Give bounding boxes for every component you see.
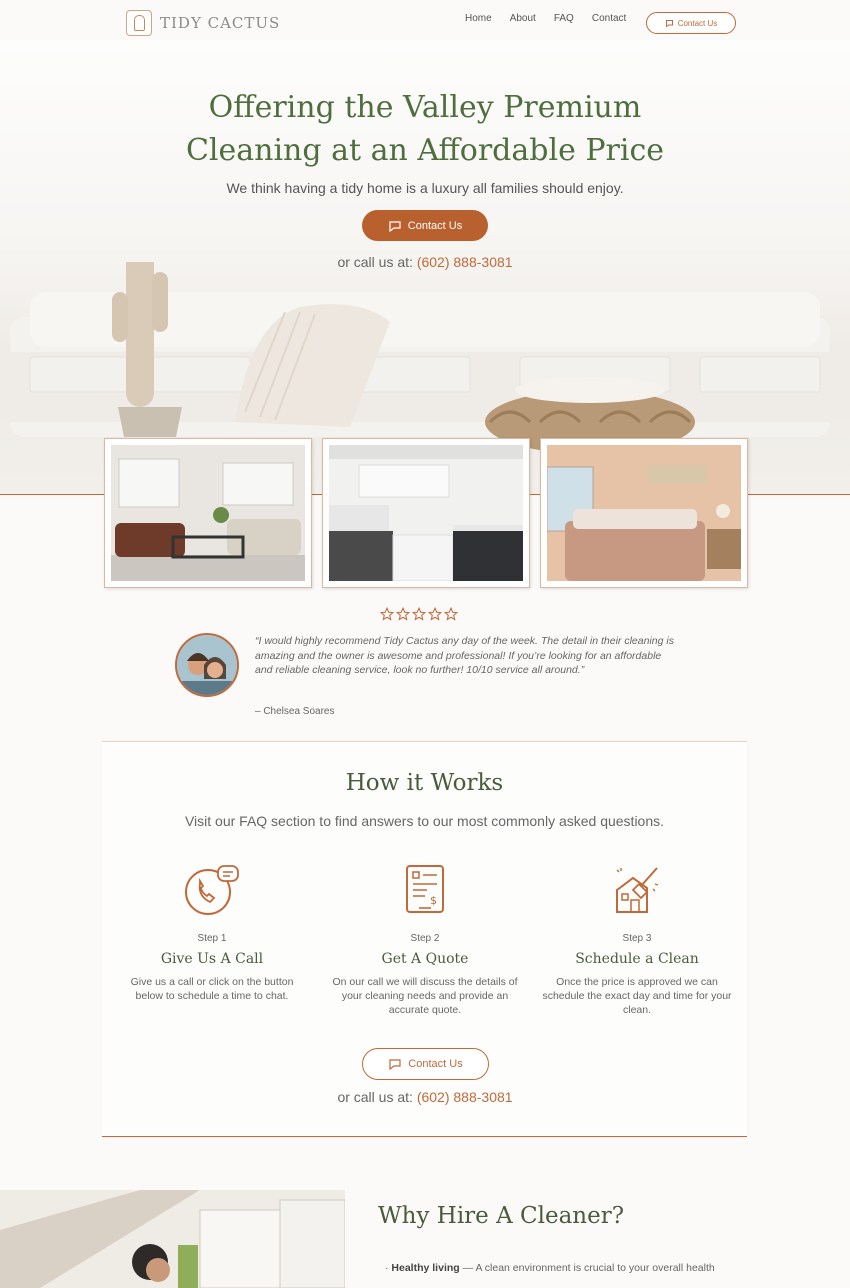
hero-call-line: or call us at: (602) 888-3081 — [0, 254, 850, 270]
star-icon — [412, 607, 426, 621]
step-1-number: Step 1 — [197, 933, 227, 944]
step-3: Step 3 Schedule a Clean Once the price i… — [542, 862, 732, 1017]
how-contact-label: Contact Us — [408, 1058, 463, 1070]
step-1-title: Give Us A Call — [160, 951, 264, 967]
star-icon — [428, 607, 442, 621]
step-3-title: Schedule a Clean — [575, 951, 699, 967]
svg-text:$: $ — [430, 894, 437, 907]
step-2-number: Step 2 — [410, 933, 440, 944]
cleaner-photo — [0, 1190, 345, 1288]
phone-chat-icon — [185, 865, 239, 915]
hero-contact-label: Contact Us — [407, 219, 463, 232]
hero-subtitle: We think having a tidy home is a luxury … — [226, 180, 624, 196]
chat-icon — [389, 220, 401, 232]
living-room-scene-image — [0, 262, 850, 452]
reviewer-avatar — [175, 633, 239, 697]
step-2-desc: On our call we will discuss the details … — [332, 976, 518, 1016]
chat-icon — [389, 1059, 401, 1070]
bedroom-photo — [540, 438, 748, 588]
header-contact-label: Contact Us — [677, 18, 718, 28]
step-1-desc: Give us a call or click on the button be… — [130, 976, 294, 1002]
nav-contact[interactable]: Contact — [592, 13, 626, 24]
how-call-prefix: or call us at: — [337, 1089, 413, 1105]
hero-title: Offering the Valley Premium Cleaning at … — [150, 86, 700, 172]
nav-home[interactable]: Home — [465, 13, 492, 24]
logo-text: TIDY CACTUS — [160, 14, 281, 32]
house-broom-icon — [616, 867, 659, 913]
why-list-item: · Healthy living — A clean environment i… — [385, 1262, 715, 1274]
why-title: Why Hire A Cleaner? — [378, 1203, 625, 1229]
star-icon — [396, 607, 410, 621]
how-title: How it Works — [345, 770, 504, 796]
cactus-logo-icon — [126, 10, 152, 36]
hero-phone-link[interactable]: (602) 888-3081 — [417, 254, 513, 270]
step-3-number: Step 3 — [622, 933, 652, 944]
step-3-desc: Once the price is approved we can schedu… — [542, 976, 732, 1016]
how-phone-link[interactable]: (602) 888-3081 — [417, 1089, 513, 1105]
hero-contact-button[interactable]: Contact Us — [362, 210, 488, 241]
hero-title-line2: Cleaning at an Affordable Price — [185, 133, 665, 168]
how-subtitle: Visit our FAQ section to find answers to… — [184, 813, 665, 829]
review-author: – Chelsea Soares — [255, 706, 335, 717]
how-call-line: or call us at: (602) 888-3081 — [0, 1089, 850, 1105]
living-room-photo — [104, 438, 312, 588]
how-contact-button[interactable]: Contact Us — [362, 1048, 489, 1080]
why-item-text: — A clean environment is crucial to your… — [459, 1262, 715, 1274]
quote-document-icon: $ — [406, 865, 444, 913]
star-icon — [380, 607, 394, 621]
kitchen-photo — [322, 438, 530, 588]
header-contact-button[interactable]: Contact Us — [646, 12, 736, 34]
review-quote: “I would highly recommend Tidy Cactus an… — [255, 635, 674, 676]
chat-icon — [665, 19, 673, 27]
why-item-bold: Healthy living — [391, 1262, 460, 1274]
step-1: Step 1 Give Us A Call Give us a call or … — [117, 862, 307, 1003]
site-logo[interactable]: TIDY CACTUS — [126, 10, 280, 36]
nav-about[interactable]: About — [510, 13, 536, 24]
step-2-title: Get A Quote — [381, 951, 469, 967]
nav-faq[interactable]: FAQ — [554, 13, 574, 24]
step-2: $ Step 2 Get A Quote On our call we will… — [330, 862, 520, 1017]
hero-call-prefix: or call us at: — [337, 254, 413, 270]
main-nav: Home About FAQ Contact — [465, 13, 626, 24]
review-stars — [380, 607, 458, 621]
hero-title-line1: Offering the Valley Premium — [208, 90, 642, 125]
star-icon — [444, 607, 458, 621]
